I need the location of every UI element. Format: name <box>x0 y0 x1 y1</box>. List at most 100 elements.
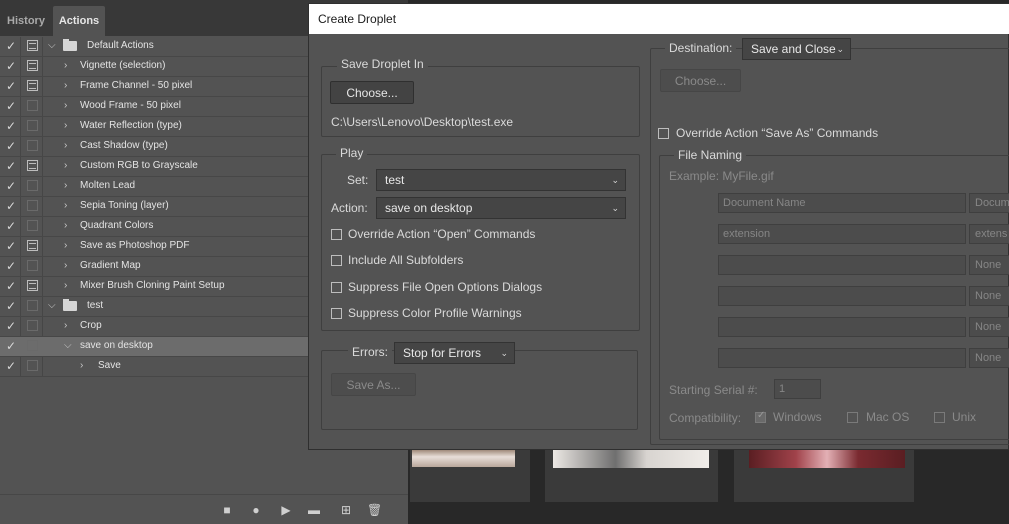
naming-field-1[interactable]: Document Name <box>718 193 966 213</box>
naming-field-6[interactable] <box>718 348 966 368</box>
chevron-right-icon[interactable]: › <box>64 100 74 112</box>
action-select[interactable]: save on desktop ⌄ <box>376 197 626 219</box>
chevron-right-icon[interactable]: › <box>64 320 74 332</box>
checkmark-icon[interactable]: ✓ <box>6 260 18 272</box>
override-save-as-label: Override Action “Save As” Commands <box>676 126 879 140</box>
chevron-right-icon[interactable]: › <box>64 60 74 72</box>
checkmark-icon[interactable]: ✓ <box>6 220 18 232</box>
chevron-down-icon[interactable]: ⌵ <box>64 340 74 352</box>
chevron-right-icon[interactable]: › <box>64 120 74 132</box>
chevron-right-icon[interactable]: › <box>64 220 74 232</box>
naming-field-4[interactable] <box>718 286 966 306</box>
checkmark-icon[interactable]: ✓ <box>6 360 18 372</box>
destination-label: Destination: <box>665 41 737 55</box>
dialog-toggle-icon[interactable] <box>27 340 38 351</box>
serial-input[interactable]: 1 <box>774 379 821 399</box>
dialog-toggle-icon[interactable] <box>27 280 38 291</box>
naming-field-2[interactable]: extension <box>718 224 966 244</box>
errors-select[interactable]: Stop for Errors ⌄ <box>394 342 515 364</box>
override-open-checkbox[interactable] <box>331 229 342 240</box>
action-label: Sepia Toning (layer) <box>80 200 169 211</box>
suppress-open-dialogs-checkbox[interactable] <box>331 282 342 293</box>
play-icon[interactable]: ▶ <box>279 503 293 517</box>
dialog-toggle-icon[interactable] <box>27 200 38 211</box>
dialog-toggle-icon[interactable] <box>27 360 38 371</box>
dialog-toggle-icon[interactable] <box>27 160 38 171</box>
chevron-right-icon[interactable]: › <box>64 180 74 192</box>
dialog-toggle-icon[interactable] <box>27 140 38 151</box>
naming-option-4[interactable]: None <box>969 286 1009 306</box>
chevron-down-icon[interactable]: ⌵ <box>48 300 58 312</box>
checkmark-icon[interactable]: ✓ <box>6 280 18 292</box>
destination-choose-button[interactable]: Choose... <box>660 69 741 92</box>
chevron-right-icon[interactable]: › <box>80 360 90 372</box>
dialog-toggle-icon[interactable] <box>27 240 38 251</box>
checkmark-icon[interactable]: ✓ <box>6 240 18 252</box>
action-value: save on desktop <box>385 201 473 215</box>
naming-example: Example: MyFile.gif <box>669 169 774 183</box>
chevron-right-icon[interactable]: › <box>64 240 74 252</box>
chevron-down-icon[interactable]: ⌵ <box>48 40 58 52</box>
chevron-right-icon[interactable]: › <box>64 140 74 152</box>
chevron-right-icon[interactable]: › <box>64 160 74 172</box>
dialog-toggle-icon[interactable] <box>27 260 38 271</box>
new-action-icon[interactable]: ⊞ <box>339 503 353 517</box>
dialog-toggle-icon[interactable] <box>27 40 38 51</box>
include-subfolders-checkbox[interactable] <box>331 255 342 266</box>
action-label: save on desktop <box>80 340 153 351</box>
dialog-toggle-icon[interactable] <box>27 180 38 191</box>
checkmark-icon[interactable]: ✓ <box>6 120 18 132</box>
create-droplet-dialog: Create Droplet Save Droplet In Choose...… <box>308 3 1009 450</box>
windows-checkbox[interactable] <box>755 410 766 423</box>
chevron-right-icon[interactable]: › <box>64 80 74 92</box>
save-as-button[interactable]: Save As... <box>331 373 416 396</box>
macos-checkbox[interactable] <box>847 412 858 423</box>
photoshop-window: History Actions ✓ ⌵ Default Actions ✓ › Vigne… <box>0 0 1009 524</box>
dialog-toggle-icon[interactable] <box>27 60 38 71</box>
checkmark-icon[interactable]: ✓ <box>6 160 18 172</box>
tab-actions[interactable]: Actions <box>53 6 105 36</box>
checkmark-icon[interactable]: ✓ <box>6 60 18 72</box>
checkmark-icon[interactable]: ✓ <box>6 340 18 352</box>
chevron-down-icon: ⌄ <box>611 203 619 213</box>
checkmark-icon[interactable]: ✓ <box>6 100 18 112</box>
checkmark-icon[interactable]: ✓ <box>6 140 18 152</box>
naming-field-5[interactable] <box>718 317 966 337</box>
checkmark-icon[interactable]: ✓ <box>6 320 18 332</box>
chevron-down-icon: ⌄ <box>836 44 844 54</box>
new-set-icon[interactable]: ▬ <box>307 503 321 517</box>
chevron-right-icon[interactable]: › <box>64 280 74 292</box>
dialog-toggle-icon[interactable] <box>27 320 38 331</box>
stop-icon[interactable]: ■ <box>220 503 234 517</box>
naming-option-6[interactable]: None <box>969 348 1009 368</box>
set-select[interactable]: test ⌄ <box>376 169 626 191</box>
checkmark-icon[interactable]: ✓ <box>6 200 18 212</box>
naming-field-3[interactable] <box>718 255 966 275</box>
action-label: Action: <box>331 201 368 215</box>
naming-option-3[interactable]: None <box>969 255 1009 275</box>
chevron-right-icon[interactable]: › <box>64 260 74 272</box>
naming-option-5[interactable]: None <box>969 317 1009 337</box>
tab-history[interactable]: History <box>3 6 49 36</box>
naming-option-1[interactable]: Docum <box>969 193 1009 213</box>
droplet-choose-button[interactable]: Choose... <box>330 81 414 104</box>
delete-icon[interactable]: 🗑 <box>367 503 382 517</box>
dialog-toggle-icon[interactable] <box>27 80 38 91</box>
dialog-toggle-icon[interactable] <box>27 300 38 311</box>
checkmark-icon[interactable]: ✓ <box>6 40 18 52</box>
chevron-right-icon[interactable]: › <box>64 200 74 212</box>
errors-label: Errors: <box>348 345 392 359</box>
destination-select[interactable]: Save and Close ⌄ <box>742 38 851 60</box>
checkmark-icon[interactable]: ✓ <box>6 180 18 192</box>
dialog-toggle-icon[interactable] <box>27 120 38 131</box>
naming-option-2[interactable]: extens <box>969 224 1009 244</box>
suppress-profile-warnings-checkbox[interactable] <box>331 308 342 319</box>
dialog-toggle-icon[interactable] <box>27 220 38 231</box>
checkmark-icon[interactable]: ✓ <box>6 80 18 92</box>
unix-checkbox[interactable] <box>934 412 945 423</box>
override-save-as-checkbox[interactable] <box>658 128 669 139</box>
dialog-title: Create Droplet <box>309 4 1009 34</box>
record-icon[interactable]: ● <box>249 503 263 517</box>
dialog-toggle-icon[interactable] <box>27 100 38 111</box>
checkmark-icon[interactable]: ✓ <box>6 300 18 312</box>
